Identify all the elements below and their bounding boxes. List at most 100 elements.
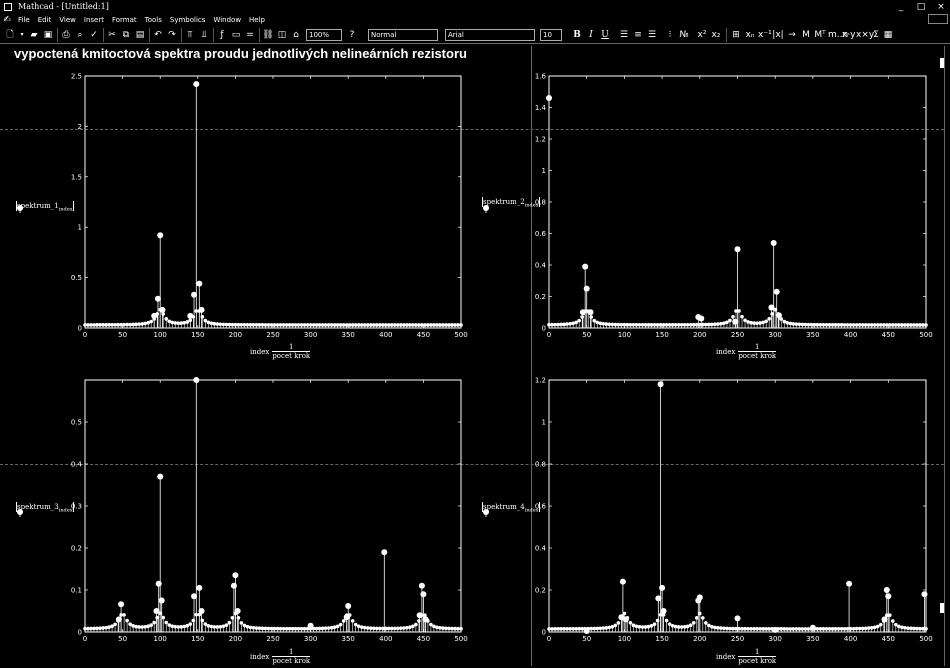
peak-marker-2 bbox=[768, 304, 775, 311]
x-tick-label-1: 350 bbox=[342, 331, 355, 339]
peak-marker-1 bbox=[154, 295, 161, 302]
y-tick-label-1: 0.5 bbox=[71, 274, 82, 282]
y-tick-label-1: 2.5 bbox=[71, 73, 82, 81]
x-axis-label-1[interactable]: index 1 pocet krok bbox=[250, 343, 311, 360]
spectrum-point-3 bbox=[435, 625, 439, 630]
spectrum-point-2 bbox=[589, 315, 594, 319]
spectrum-point-3 bbox=[411, 624, 415, 629]
x-tick-label-1: 400 bbox=[379, 331, 392, 339]
peak-marker-2 bbox=[579, 309, 586, 316]
spectrum-point-2 bbox=[568, 322, 572, 326]
x-axis-label-3[interactable]: index 1 pocet krok bbox=[250, 648, 311, 665]
y-tick-label-3: 0 bbox=[78, 629, 82, 637]
spectrum-point-4 bbox=[891, 619, 895, 623]
y-tick-label-2: 0.4 bbox=[535, 262, 547, 270]
y-axis-label-1[interactable]: spektrum_1index bbox=[16, 201, 74, 212]
spectrum-point-2 bbox=[788, 321, 793, 326]
peak-marker-3 bbox=[232, 572, 239, 579]
spectrum-point-3 bbox=[245, 624, 250, 629]
x-tick-label-3: 50 bbox=[118, 635, 127, 643]
spectrum-point-3 bbox=[224, 623, 229, 627]
spectrum-point-4 bbox=[607, 625, 612, 630]
y-tick-label-2: 1.6 bbox=[535, 73, 547, 81]
peak-marker-3 bbox=[345, 602, 352, 609]
spectrum-point-4 bbox=[664, 618, 669, 623]
x-tick-label-1: 150 bbox=[191, 331, 204, 339]
spectrum-point-2 bbox=[719, 321, 723, 326]
spectrum-point-3 bbox=[218, 624, 223, 629]
spectrum-point-4 bbox=[670, 624, 675, 628]
spectrum-point-2 bbox=[758, 321, 762, 325]
spectrum-point-3 bbox=[152, 620, 156, 625]
peak-marker-4 bbox=[660, 608, 667, 614]
spectrum-point-3 bbox=[104, 625, 108, 630]
vertical-scrollbar[interactable] bbox=[944, 46, 950, 666]
y-axis-label-3[interactable]: spektrum_3index bbox=[16, 502, 74, 513]
peak-marker-4 bbox=[734, 615, 741, 622]
x-axis-label-4[interactable]: index 1 pocet krok bbox=[716, 648, 777, 665]
spectrum-point-4 bbox=[628, 620, 633, 625]
plot-frame-3 bbox=[84, 379, 462, 633]
peak-marker-3 bbox=[381, 549, 388, 556]
y-tick-label-4: 0.8 bbox=[535, 461, 546, 469]
spectrum-point-4 bbox=[713, 625, 717, 630]
x-tick-label-2: 400 bbox=[844, 331, 857, 339]
peak-marker-4 bbox=[921, 591, 928, 598]
spectrum-point-4 bbox=[616, 621, 621, 625]
x-tick-label-3: 250 bbox=[266, 635, 279, 643]
peak-marker-3 bbox=[418, 582, 425, 589]
spectrum-point-4 bbox=[649, 624, 654, 628]
spectrum-point-3 bbox=[200, 618, 205, 623]
spectrum-point-3 bbox=[414, 622, 418, 627]
spectrum-point-2 bbox=[740, 314, 744, 319]
spectrum-point-4 bbox=[875, 624, 880, 629]
spectrum-point-4 bbox=[655, 618, 660, 623]
x-axis-label-2[interactable]: index 1 pocet krok bbox=[716, 343, 777, 360]
peak-marker-4 bbox=[696, 594, 703, 601]
y-tick-label-2: 1.2 bbox=[535, 136, 546, 144]
spectrum-point-4 bbox=[613, 623, 618, 628]
spectrum-point-2 bbox=[746, 320, 750, 324]
spectrum-point-1 bbox=[164, 317, 169, 321]
y-tick-label-2: 0 bbox=[542, 325, 546, 333]
spectrum-point-4 bbox=[878, 622, 883, 627]
plots-canvas[interactable]: 0 50 100 150 200 250 300 350 400 450 50000.511.522… bbox=[0, 0, 944, 668]
x-tick-label-2: 0 bbox=[547, 331, 551, 339]
spectrum-point-3 bbox=[191, 618, 196, 623]
spectrum-point-4 bbox=[652, 622, 657, 626]
y-tick-label-3: 0.5 bbox=[71, 419, 82, 427]
spectrum-point-3 bbox=[113, 622, 117, 627]
x-tick-label-3: 450 bbox=[417, 635, 430, 643]
spectrum-point-3 bbox=[335, 624, 340, 629]
y-tick-label-4: 0 bbox=[542, 629, 546, 637]
spectrum-point-2 bbox=[731, 315, 735, 319]
spectrum-point-4 bbox=[688, 623, 693, 627]
peak-marker-2 bbox=[773, 288, 780, 295]
y-axis-label-4[interactable]: spektrum_4index bbox=[482, 502, 540, 513]
spectrum-point-1 bbox=[200, 315, 205, 319]
spectrum-point-1 bbox=[209, 321, 214, 325]
peak-marker-4 bbox=[659, 584, 666, 591]
spectrum-point-2 bbox=[728, 318, 732, 323]
peak-marker-4 bbox=[583, 627, 590, 634]
spectrum-point-2 bbox=[577, 318, 581, 323]
peak-marker-4 bbox=[657, 381, 664, 388]
peak-marker-1 bbox=[151, 312, 158, 319]
peak-marker-2 bbox=[698, 315, 705, 322]
spectrum-point-2 bbox=[743, 318, 747, 323]
y-axis-label-2[interactable]: spektrum_2index bbox=[482, 197, 540, 208]
peak-marker-1 bbox=[196, 280, 203, 287]
spectrum-point-3 bbox=[429, 622, 433, 627]
x-tick-label-2: 250 bbox=[731, 331, 744, 339]
peak-marker-1 bbox=[193, 81, 200, 88]
peak-marker-1 bbox=[157, 232, 164, 239]
x-tick-label-4: 50 bbox=[582, 635, 591, 643]
spectrum-point-1 bbox=[170, 320, 175, 325]
y-tick-label-2: 1 bbox=[542, 167, 546, 175]
spectrum-point-4 bbox=[682, 625, 687, 629]
peak-marker-3 bbox=[196, 584, 203, 591]
spectrum-point-3 bbox=[459, 626, 463, 631]
y-tick-label-1: 2 bbox=[78, 123, 82, 131]
x-tick-label-2: 150 bbox=[655, 331, 668, 339]
x-tick-label-3: 100 bbox=[154, 635, 167, 643]
